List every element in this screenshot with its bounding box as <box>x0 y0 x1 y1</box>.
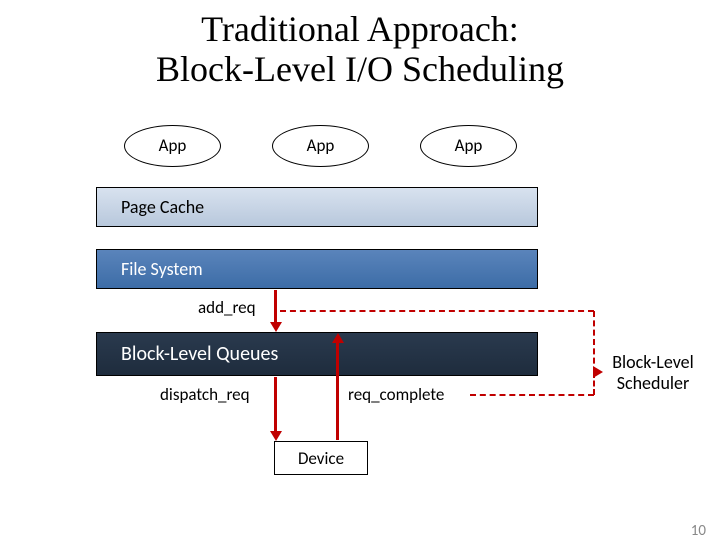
scheduler-line-1: Block-Level <box>612 351 694 373</box>
diagram-area: App App App Page Cache File System add_r… <box>0 89 720 519</box>
layer-block-queues: Block-Level Queues <box>96 332 538 376</box>
scheduler-line-2: Scheduler <box>617 372 690 394</box>
title-line-2: Block-Level I/O Scheduling <box>156 49 564 89</box>
arrow-req-complete <box>336 342 339 440</box>
arrow-add-req <box>274 290 277 323</box>
arrow-dispatch-req <box>274 377 277 432</box>
title-line-1: Traditional Approach: <box>201 9 519 49</box>
device-label: Device <box>298 448 344 469</box>
slide-title: Traditional Approach: Block-Level I/O Sc… <box>0 10 720 89</box>
dashed-line-top <box>280 310 594 312</box>
dashed-line-bottom <box>470 394 594 396</box>
layer-page-cache: Page Cache <box>96 187 538 227</box>
app-node-2: App <box>272 125 369 167</box>
label-req-complete: req_complete <box>348 384 444 405</box>
dashed-merge-top <box>593 311 597 373</box>
arrow-req-complete-head <box>332 333 344 343</box>
app-label: App <box>307 135 335 156</box>
app-label: App <box>455 135 483 156</box>
file-system-label: File System <box>121 258 203 280</box>
page-cache-label: Page Cache <box>121 196 204 218</box>
dashed-merge-bottom <box>593 372 597 395</box>
block-queues-label: Block-Level Queues <box>121 342 278 366</box>
layer-file-system: File System <box>96 249 538 289</box>
label-add-req: add_req <box>198 297 256 318</box>
block-level-scheduler: Block-Level Scheduler <box>598 352 708 393</box>
app-node-1: App <box>124 125 221 167</box>
arrow-add-req-head <box>270 322 282 332</box>
slide-number: 10 <box>691 522 706 540</box>
label-dispatch-req: dispatch_req <box>160 384 250 405</box>
arrow-dispatch-req-head <box>270 431 282 441</box>
device-box: Device <box>274 441 368 475</box>
app-node-3: App <box>420 125 517 167</box>
app-label: App <box>159 135 187 156</box>
